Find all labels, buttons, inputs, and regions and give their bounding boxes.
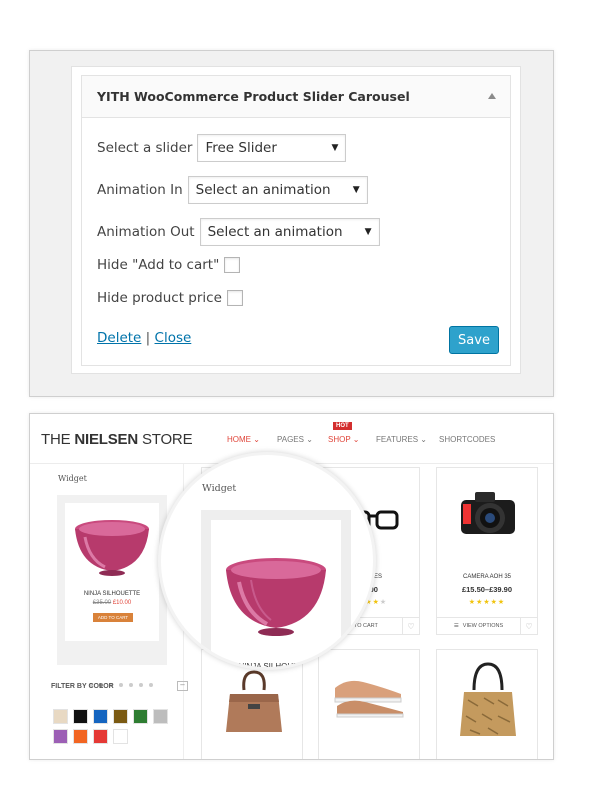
animation-in-row: Animation In Select an animation ▼ (97, 176, 368, 204)
bowl-image (226, 558, 326, 636)
slider-label: Select a slider (97, 140, 193, 156)
widget-body: Select a slider Free Slider ▼ Animation … (81, 118, 511, 366)
animation-out-label: Animation Out (97, 224, 195, 240)
product-card-camera[interactable]: CAMERA AOH 35 £15.50–£39.90 ★★★★★ ☰ VIEW… (436, 467, 538, 635)
color-swatch[interactable] (93, 709, 108, 724)
logo-suffix: STORE (138, 431, 193, 448)
close-link[interactable]: Close (155, 330, 192, 346)
color-swatch[interactable] (113, 709, 128, 724)
magnified-widget-title: Widget (202, 483, 237, 494)
product-price: £15.50–£39.90 (461, 585, 513, 594)
magnified-product-inner[interactable]: NINJA SILHOUETTE (211, 520, 341, 667)
sidebar-product-card[interactable]: NINJA SILHOUETTE £35.00 £10.00 ADD TO CA… (65, 503, 159, 641)
animation-out-value: Select an animation (207, 224, 343, 240)
slider-dot[interactable] (149, 683, 153, 687)
list-icon: ☰ (453, 623, 459, 629)
color-swatch[interactable] (73, 709, 88, 724)
nav-pages[interactable]: PAGES ⌄ (277, 435, 313, 444)
color-swatch[interactable] (133, 709, 148, 724)
sidebar-product-price: £35.00 £10.00 (65, 600, 159, 606)
product-card-snake-bag[interactable] (436, 649, 538, 759)
logo-bold: NIELSEN (74, 431, 138, 448)
dropdown-caret-icon: ▼ (352, 185, 360, 195)
color-swatch[interactable] (73, 729, 88, 744)
animation-in-value: Select an animation (195, 182, 331, 198)
color-swatch[interactable] (153, 709, 168, 724)
logo-prefix: THE (41, 431, 75, 448)
filter-by-color-title: FILTER BY COLOR (51, 683, 114, 690)
nav-shortcodes[interactable]: SHORTCODES (439, 435, 495, 444)
store-logo[interactable]: THE NIELSEN STORE (41, 431, 193, 448)
widget-control-links: Delete | Close (97, 330, 191, 346)
nav-home[interactable]: HOME ⌄ (227, 435, 260, 444)
product-slider-widget: YITH WooCommerce Product Slider Carousel… (71, 66, 521, 374)
view-options-label: VIEW OPTIONS (462, 623, 504, 629)
product-actions: ☰ VIEW OPTIONS ♡ (437, 617, 537, 634)
widget-title: YITH WooCommerce Product Slider Carousel (97, 89, 410, 104)
new-price: £10.00 (112, 600, 132, 606)
hide-cart-label: Hide "Add to cart" (97, 257, 220, 273)
view-options-button[interactable]: ☰ VIEW OPTIONS (437, 618, 521, 634)
animation-in-label: Animation In (97, 182, 183, 198)
color-swatch[interactable] (53, 709, 68, 724)
hide-cart-checkbox[interactable] (224, 257, 241, 273)
hot-badge: HOT (333, 422, 352, 430)
nav-features[interactable]: FEATURES ⌄ (376, 435, 427, 444)
hide-price-label: Hide product price (97, 290, 222, 306)
dropdown-caret-icon: ▼ (331, 143, 339, 153)
save-button[interactable]: Save (449, 326, 499, 354)
slider-dot[interactable] (139, 683, 143, 687)
slider-dot[interactable] (119, 683, 123, 687)
heart-icon[interactable]: ♡ (403, 618, 419, 634)
bowl-image (75, 520, 149, 576)
hide-price-checkbox[interactable] (226, 290, 243, 306)
widget-header[interactable]: YITH WooCommerce Product Slider Carousel (81, 75, 511, 118)
hide-cart-row: Hide "Add to cart" (97, 257, 241, 273)
old-price: £35.00 (92, 600, 112, 606)
collapse-arrow-icon[interactable] (488, 93, 496, 99)
sidebar-product-name[interactable]: NINJA SILHOUETTE (65, 591, 159, 597)
product-rating: ★★★★★ (468, 598, 506, 606)
handbag-image (226, 670, 282, 732)
snakeskin-bag-image (460, 662, 516, 736)
camera-image (461, 492, 515, 534)
color-swatch[interactable] (53, 729, 68, 744)
slider-row: Select a slider Free Slider ▼ (97, 134, 347, 162)
magnifier-lens: Widget NINJA SILHOUETTE (158, 452, 376, 670)
product-title[interactable]: CAMERA AOH 35 (437, 574, 537, 580)
delete-link[interactable]: Delete (97, 330, 141, 346)
hide-price-row: Hide product price (97, 290, 243, 306)
nav-shop[interactable]: SHOP ⌄ (328, 435, 359, 444)
animation-out-select[interactable]: Select an animation ▼ (199, 218, 380, 246)
color-swatch[interactable] (113, 729, 128, 744)
slider-dot[interactable] (129, 683, 133, 687)
shoes-image (334, 680, 404, 718)
magnified-product-card: NINJA SILHOUETTE (201, 510, 351, 667)
sidebar-product-slider: NINJA SILHOUETTE £35.00 £10.00 ADD TO CA… (57, 495, 167, 687)
color-swatches (53, 709, 168, 744)
sidebar-widget-title: Widget (58, 474, 87, 483)
link-separator: | (145, 330, 151, 346)
animation-out-row: Animation Out Select an animation ▼ (97, 218, 380, 246)
heart-icon[interactable]: ♡ (521, 618, 537, 634)
slider-select-value: Free Slider (205, 140, 277, 156)
dropdown-caret-icon: ▼ (364, 227, 372, 237)
filter-collapse-button[interactable]: − (177, 681, 188, 691)
color-swatch[interactable] (93, 729, 108, 744)
sidebar-add-to-cart-button[interactable]: ADD TO CART (93, 613, 133, 622)
slider-select[interactable]: Free Slider ▼ (197, 134, 347, 162)
store-sidebar: Widget NINJA SILHOUETTE £35.00 £10.00 AD… (44, 464, 188, 759)
animation-in-select[interactable]: Select an animation ▼ (187, 176, 368, 204)
